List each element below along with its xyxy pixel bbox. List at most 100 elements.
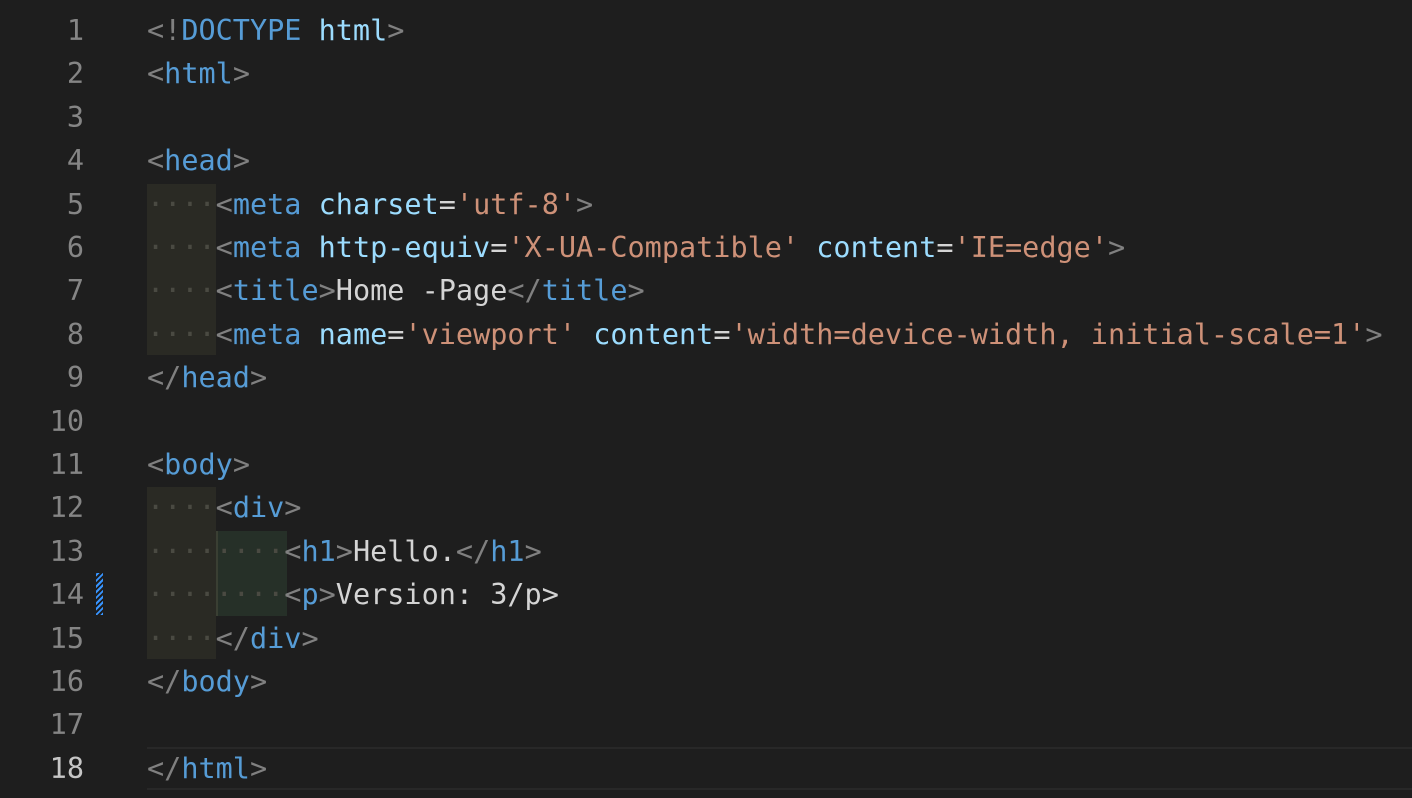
code-token: charset xyxy=(318,187,439,221)
code-token: > xyxy=(284,491,302,525)
code-line[interactable]: ········<h1>Hello.</h1> xyxy=(147,530,542,573)
code-token: h1 xyxy=(490,534,525,568)
line-number[interactable]: 13 xyxy=(0,530,84,573)
code-token: < xyxy=(284,578,302,612)
code-token: </ xyxy=(147,751,182,785)
code-token: < xyxy=(215,491,233,525)
code-token: = xyxy=(490,231,508,264)
line-number[interactable]: 18 xyxy=(0,747,84,790)
code-token: title xyxy=(232,274,319,308)
code-token: Version: 3/p> xyxy=(335,578,559,612)
code-token: < xyxy=(215,317,233,351)
line-number[interactable]: 5 xyxy=(0,183,84,226)
code-token: = xyxy=(438,187,456,221)
code-token: h1 xyxy=(301,534,336,568)
code-line[interactable]: ····</div> xyxy=(147,617,319,660)
code-line[interactable]: <body> xyxy=(147,443,250,486)
line-number[interactable]: 16 xyxy=(0,660,84,703)
code-token: meta xyxy=(232,317,302,351)
code-line[interactable]: </body> xyxy=(147,660,267,703)
code-line[interactable]: <!DOCTYPE html> xyxy=(147,9,404,52)
code-token: < xyxy=(147,144,165,178)
line-number[interactable]: 11 xyxy=(0,443,84,486)
code-token: </ xyxy=(507,274,542,308)
line-number[interactable]: 10 xyxy=(0,400,84,443)
line-number[interactable]: 8 xyxy=(0,313,84,356)
code-token: < xyxy=(215,274,233,308)
current-line-highlight xyxy=(147,746,1412,790)
code-line[interactable]: ····<meta charset='utf-8'> xyxy=(147,183,593,226)
line-number[interactable]: 1 xyxy=(0,9,84,52)
code-token: > xyxy=(1365,317,1383,351)
code-token: > xyxy=(335,534,353,568)
code-area[interactable]: <!DOCTYPE html> <html> <head> ····<meta cha… xyxy=(147,0,1412,798)
code-token: = xyxy=(387,317,405,351)
line-number-gutter[interactable]: 1 2 3 4 5 6 7 8 9 10 11 12 13 14 15 16 17 18 xyxy=(0,0,130,798)
code-token: > xyxy=(627,274,645,308)
code-token: meta xyxy=(232,231,302,264)
code-token: 'utf-8' xyxy=(455,187,577,221)
code-token: content xyxy=(816,231,937,264)
code-token: DOCTYPE xyxy=(181,14,302,47)
code-token: 'viewport' xyxy=(404,317,577,351)
code-token: Home -Page xyxy=(335,274,508,308)
line-number[interactable]: 9 xyxy=(0,356,84,399)
line-number[interactable]: 7 xyxy=(0,269,84,312)
code-token: < xyxy=(284,534,302,568)
code-line[interactable]: <html> xyxy=(147,52,250,95)
code-token: html xyxy=(181,751,250,785)
code-token: < xyxy=(147,57,165,91)
code-token: body xyxy=(164,448,233,481)
code-token: = xyxy=(936,231,954,264)
modified-line-marker[interactable] xyxy=(96,573,103,616)
code-token: > xyxy=(232,57,250,91)
code-token: > xyxy=(232,448,250,481)
line-number[interactable]: 2 xyxy=(0,52,84,95)
code-token: meta xyxy=(232,187,302,221)
line-number[interactable]: 4 xyxy=(0,139,84,182)
line-number[interactable]: 3 xyxy=(0,96,84,139)
code-token: http-equiv xyxy=(318,231,491,264)
code-token: 'IE=edge' xyxy=(953,231,1108,264)
code-token: > xyxy=(249,665,268,698)
whitespace-marker: ········ xyxy=(147,534,285,568)
code-line[interactable]: </head> xyxy=(147,356,267,399)
line-number[interactable]: 12 xyxy=(0,486,84,529)
whitespace-marker: ···· xyxy=(147,274,216,308)
code-token: > xyxy=(249,751,268,785)
line-number[interactable]: 15 xyxy=(0,617,84,660)
code-token: div xyxy=(232,491,285,525)
code-token: < xyxy=(215,231,233,264)
code-token: < xyxy=(147,448,165,481)
code-token: > xyxy=(301,621,319,655)
line-number[interactable]: 6 xyxy=(0,226,84,269)
line-number[interactable]: 17 xyxy=(0,703,84,746)
code-token: content xyxy=(593,317,714,351)
code-line[interactable]: ····<title>Home -Page</title> xyxy=(147,269,645,312)
code-line[interactable]: ····<meta name='viewport' content='width… xyxy=(147,313,1383,356)
code-token: html xyxy=(164,57,233,91)
code-editor[interactable]: 1 2 3 4 5 6 7 8 9 10 11 12 13 14 15 16 17 18 <!DOCTYPE ht… xyxy=(0,0,1412,798)
code-line[interactable]: ········<p>Version: 3/p> xyxy=(147,573,559,616)
code-line[interactable]: <head> xyxy=(147,139,250,182)
code-token: html xyxy=(318,14,388,47)
whitespace-marker: ···· xyxy=(147,491,216,525)
code-token: > xyxy=(387,14,405,47)
whitespace-marker: ···· xyxy=(147,187,216,221)
code-token: </ xyxy=(147,361,182,395)
code-token: title xyxy=(541,274,628,308)
code-line[interactable]: </html> xyxy=(147,747,267,790)
whitespace-marker: ········ xyxy=(147,578,285,612)
code-token: > xyxy=(576,187,594,221)
code-token: > xyxy=(249,361,268,395)
code-token: > xyxy=(318,578,336,612)
code-token: = xyxy=(713,317,731,351)
code-line[interactable]: ····<meta http-equiv='X-UA-Compatible' c… xyxy=(147,226,1125,269)
line-number[interactable]: 14 xyxy=(0,573,84,616)
code-line[interactable]: ····<div> xyxy=(147,486,301,529)
code-token: </ xyxy=(215,621,250,655)
